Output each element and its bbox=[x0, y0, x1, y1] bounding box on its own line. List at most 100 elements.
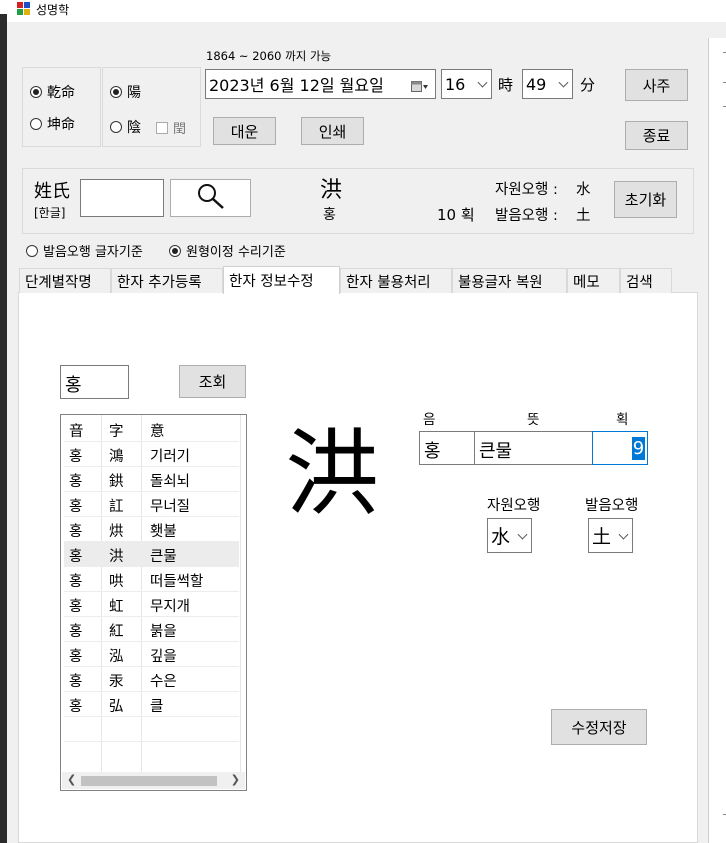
row-divider bbox=[64, 741, 239, 742]
tab-memo[interactable]: 메모 bbox=[567, 268, 620, 293]
row-divider bbox=[64, 566, 239, 567]
list-item[interactable]: 홍 虹 무지개 bbox=[64, 592, 239, 616]
surname-search-button[interactable] bbox=[170, 179, 251, 217]
app-icon bbox=[17, 2, 31, 16]
search-icon bbox=[196, 182, 226, 214]
window-edge bbox=[0, 14, 7, 843]
right-side-panel bbox=[708, 38, 726, 843]
row-char: 鉷 bbox=[109, 474, 124, 490]
daeun-button[interactable]: 대운 bbox=[213, 117, 276, 145]
criteria-radio-numerology[interactable]: 원형이정 수리기준 bbox=[169, 241, 286, 260]
chevron-down-icon bbox=[618, 529, 629, 540]
lookup-button[interactable]: 조회 bbox=[179, 365, 246, 398]
list-item[interactable]: 홍 泓 깊을 bbox=[64, 642, 239, 666]
list-item[interactable]: 홍 紅 붉을 bbox=[64, 617, 239, 641]
row-char: 泓 bbox=[109, 649, 124, 665]
hour-select[interactable]: 16 bbox=[441, 69, 492, 99]
chevron-down-icon bbox=[558, 77, 569, 88]
list-item[interactable]: 홍 鴻 기러기 bbox=[64, 442, 239, 466]
list-item[interactable]: 홍 烘 횃불 bbox=[64, 517, 239, 541]
row-char: 汞 bbox=[109, 674, 124, 690]
row-divider bbox=[64, 441, 239, 442]
yang-radio[interactable]: 陽 bbox=[110, 82, 141, 102]
row-divider bbox=[64, 666, 239, 667]
row-meaning: 무너질 bbox=[150, 499, 191, 515]
row-sound: 홍 bbox=[69, 524, 83, 540]
hangul-label: [한글] bbox=[34, 206, 66, 220]
tab-hanja-edit[interactable]: 한자 정보수정 bbox=[223, 266, 340, 294]
radio-indicator bbox=[110, 86, 122, 98]
tab-hanja-disable[interactable]: 한자 불용처리 bbox=[340, 268, 452, 293]
gender-female-label: 坤命 bbox=[47, 117, 75, 133]
row-char: 洪 bbox=[109, 549, 124, 565]
scroll-left-icon[interactable]: ❮ bbox=[67, 773, 76, 786]
saju-button[interactable]: 사주 bbox=[625, 69, 688, 101]
calendar-dropdown-icon[interactable] bbox=[411, 78, 429, 97]
row-meaning: 붉을 bbox=[150, 624, 177, 640]
tab-restore-disabled[interactable]: 불용글자 복원 bbox=[452, 268, 567, 293]
horizontal-scrollbar[interactable]: ❮ ❯ bbox=[62, 772, 245, 789]
yin-label: 陰 bbox=[127, 120, 141, 136]
scroll-right-icon[interactable]: ❯ bbox=[231, 773, 240, 786]
source-element-value: 水 bbox=[491, 526, 511, 548]
print-button[interactable]: 인쇄 bbox=[301, 117, 364, 145]
list-item[interactable]: 홍 鉷 돌쇠뇌 bbox=[64, 467, 239, 491]
row-char: 虹 bbox=[109, 599, 124, 615]
row-sound: 홍 bbox=[69, 649, 83, 665]
tab-hanja-add[interactable]: 한자 추가등록 bbox=[111, 268, 223, 293]
row-char: 哄 bbox=[109, 574, 124, 590]
source-element-select[interactable]: 水 bbox=[487, 518, 532, 553]
hanja-search-input[interactable]: 홍 bbox=[60, 365, 129, 399]
yin-radio[interactable]: 陰 bbox=[110, 117, 141, 137]
row-sound: 홍 bbox=[69, 599, 83, 615]
list-item[interactable]: 홍 弘 클 bbox=[64, 692, 239, 716]
save-edit-button[interactable]: 수정저장 bbox=[551, 709, 647, 745]
meaning-input[interactable]: 큰물 bbox=[474, 431, 593, 465]
row-meaning: 수은 bbox=[150, 674, 177, 690]
list-item[interactable]: 홍 訌 무너질 bbox=[64, 492, 239, 516]
gender-male-label: 乾命 bbox=[47, 85, 75, 101]
list-item[interactable]: 홍 汞 수은 bbox=[64, 667, 239, 691]
minute-select[interactable]: 49 bbox=[522, 69, 573, 99]
row-meaning: 돌쇠뇌 bbox=[150, 474, 191, 490]
col-header-char: 字 bbox=[109, 424, 124, 440]
gender-radio-male[interactable]: 乾命 bbox=[30, 82, 75, 102]
row-meaning: 큰물 bbox=[150, 549, 177, 565]
selected-hanja-display: 洪 bbox=[285, 420, 380, 529]
surname-reading: 홍 bbox=[323, 207, 336, 223]
sound-input[interactable]: 홍 bbox=[419, 431, 475, 465]
surname-input[interactable] bbox=[80, 179, 164, 217]
row-meaning: 무지개 bbox=[150, 599, 191, 615]
row-meaning: 깊을 bbox=[150, 649, 177, 665]
chevron-down-icon bbox=[517, 529, 528, 540]
row-char: 烘 bbox=[109, 524, 124, 540]
row-divider bbox=[64, 691, 239, 692]
gender-group bbox=[22, 67, 101, 147]
exit-button[interactable]: 종료 bbox=[625, 121, 688, 150]
tab-stepwise-naming[interactable]: 단계별작명 bbox=[19, 268, 111, 293]
radio-indicator bbox=[30, 86, 42, 98]
gender-radio-female[interactable]: 坤命 bbox=[30, 114, 75, 134]
row-divider bbox=[64, 516, 239, 517]
scrollbar-thumb[interactable] bbox=[81, 776, 217, 786]
list-item[interactable]: 홍 哄 떠들썩할 bbox=[64, 567, 239, 591]
tab-search[interactable]: 검색 bbox=[620, 268, 672, 293]
editor-sound-element-label: 발음오행 bbox=[585, 498, 639, 514]
row-sound: 홍 bbox=[69, 474, 83, 490]
reset-button[interactable]: 초기화 bbox=[614, 181, 677, 218]
col-label-strokes: 획 bbox=[616, 412, 629, 428]
criteria-radio-sound[interactable]: 발음오행 글자기준 bbox=[26, 241, 143, 260]
list-header: 音 字 意 bbox=[64, 417, 239, 441]
row-sound: 홍 bbox=[69, 624, 83, 640]
list-item-selected[interactable]: 홍 洪 큰물 bbox=[64, 542, 239, 566]
source-element-label: 자원오행 : bbox=[495, 182, 558, 198]
hour-suffix: 時 bbox=[498, 76, 514, 94]
row-divider bbox=[64, 716, 239, 717]
hanja-list[interactable]: 音 字 意 홍 鴻 기러기 홍 鉷 돌쇠뇌 홍 訌 무너질 홍 烘 횃불 홍 洪… bbox=[60, 414, 247, 791]
strokes-input[interactable]: 9 bbox=[592, 431, 648, 465]
leap-month-checkbox[interactable]: 閏 bbox=[156, 118, 186, 137]
row-divider bbox=[64, 541, 239, 542]
sound-element-select[interactable]: 土 bbox=[588, 518, 633, 553]
title-bar bbox=[0, 0, 726, 22]
birth-date-picker[interactable]: 2023년 6월 12일 월요일 bbox=[205, 69, 436, 99]
